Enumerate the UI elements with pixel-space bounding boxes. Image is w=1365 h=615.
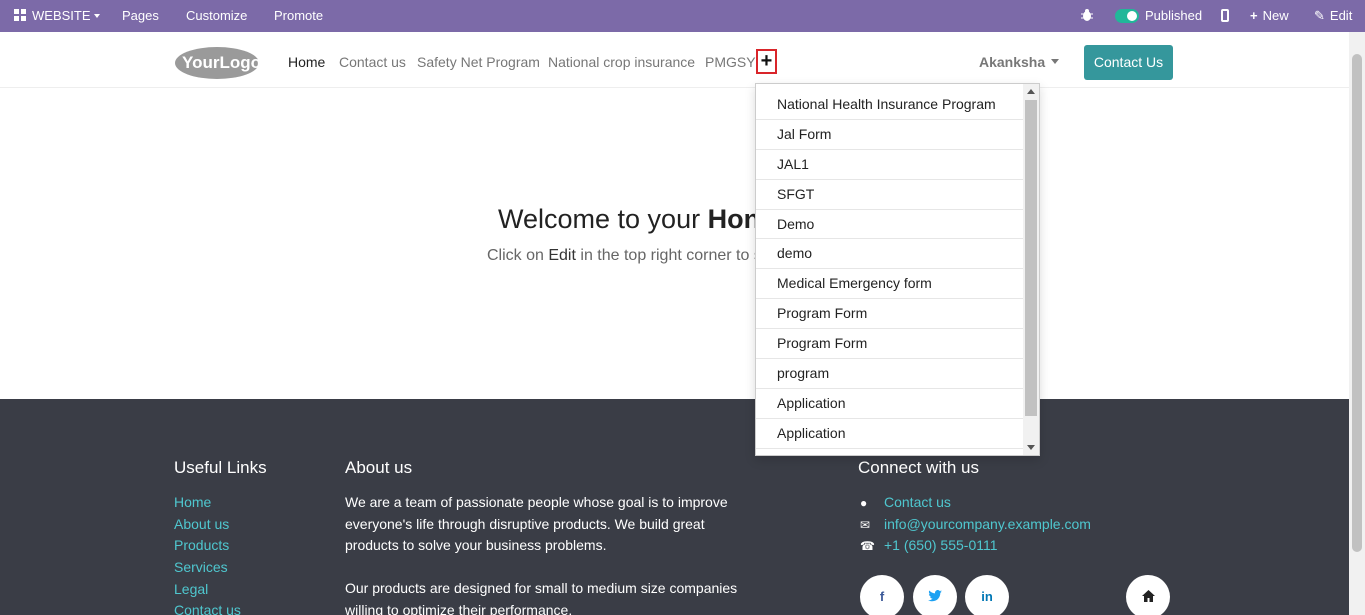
footer-link-about-us[interactable]: About us — [174, 516, 229, 532]
user-menu[interactable]: Akanksha — [979, 54, 1060, 70]
contact-us-button[interactable]: Contact Us — [1084, 45, 1173, 80]
dropdown-item[interactable]: Application — [756, 419, 1023, 449]
promote-menu[interactable]: Promote — [274, 0, 323, 32]
chevron-down-icon — [1051, 59, 1060, 64]
hero-title-prefix: Welcome to your — [498, 204, 708, 234]
nav-pmgsy[interactable]: PMGSY — [705, 54, 756, 70]
dropdown-scrollbar[interactable] — [1023, 84, 1039, 455]
more-menu-plus-button[interactable]: + — [756, 49, 777, 74]
user-name: Akanksha — [979, 54, 1046, 70]
admin-bar: WEBSITE Pages Customize Promote Publishe… — [0, 0, 1365, 32]
useful-links-heading: Useful Links — [174, 458, 267, 477]
comment-icon: ● — [860, 496, 868, 510]
dropdown-item[interactable]: demo — [756, 239, 1023, 270]
dropdown-item[interactable]: Medical Emergency form — [756, 269, 1023, 300]
published-toggle[interactable]: Published — [1115, 0, 1202, 32]
nav-contact-us[interactable]: Contact us — [339, 54, 406, 70]
footer-link-contact-us[interactable]: Contact us — [174, 602, 241, 615]
debug-bug-icon[interactable] — [1080, 0, 1094, 32]
site-logo[interactable]: YourLogo — [174, 46, 261, 80]
pencil-icon: ✎ — [1314, 8, 1325, 23]
scroll-up-arrow-icon[interactable] — [1027, 89, 1035, 94]
hero-subtitle-edit: Edit — [548, 247, 576, 264]
new-label: New — [1262, 8, 1289, 23]
page-scrollbar-thumb[interactable] — [1352, 54, 1362, 552]
about-us-paragraph-2: Our products are designed for small to m… — [345, 580, 738, 615]
dropdown-item[interactable]: Program Form — [756, 299, 1023, 330]
website-menu[interactable]: WEBSITE — [14, 0, 100, 32]
footer-link-services[interactable]: Services — [174, 559, 228, 575]
hero-subtitle-suffix: in the top right corner to s — [575, 247, 762, 264]
published-label: Published — [1145, 8, 1203, 23]
dropdown-items: National Health Insurance Program Jal Fo… — [756, 90, 1023, 449]
about-us-heading: About us — [345, 458, 413, 477]
pages-menu[interactable]: Pages — [122, 0, 159, 32]
dropdown-item[interactable]: Demo — [756, 210, 1023, 240]
toggle-switch-icon — [1115, 9, 1139, 23]
hero-subtitle-prefix: Click on — [487, 247, 549, 264]
phone-icon: ☎ — [860, 539, 875, 553]
dropdown-item[interactable]: Program Form — [756, 329, 1023, 360]
connect-contact-link[interactable]: Contact us — [884, 494, 951, 510]
connect-email-link[interactable]: info@yourcompany.example.com — [884, 516, 1091, 532]
edit-label: Edit — [1329, 8, 1353, 23]
connect-phone-row: ☎ +1 (650) 555-0111 — [860, 537, 998, 553]
linkedin-icon[interactable]: in — [965, 575, 1009, 615]
about-us-paragraph-1: We are a team of passionate people whose… — [345, 494, 728, 553]
dropdown-item[interactable]: JAL1 — [756, 150, 1023, 180]
home-icon[interactable] — [1126, 575, 1170, 615]
page-scrollbar[interactable] — [1349, 32, 1365, 615]
hero-title: Welcome to your Hon — [498, 204, 760, 235]
connect-email-row: ✉ info@yourcompany.example.com — [860, 516, 1091, 532]
footer-link-home[interactable]: Home — [174, 494, 211, 510]
hero-title-bold: Hon — [707, 204, 761, 234]
plus-icon: + — [1250, 8, 1258, 23]
nav-home[interactable]: Home — [288, 54, 325, 70]
website-menu-label: WEBSITE — [32, 8, 91, 23]
logo-text: YourLogo — [182, 53, 260, 72]
site-header: YourLogo Home Contact us Safety Net Prog… — [0, 32, 1349, 88]
dropdown-item[interactable]: Application — [756, 389, 1023, 419]
twitter-icon[interactable] — [913, 575, 957, 615]
connect-heading: Connect with us — [858, 458, 979, 477]
footer-link-products[interactable]: Products — [174, 537, 229, 553]
dropdown-scrollbar-thumb[interactable] — [1025, 100, 1037, 416]
connect-phone-link[interactable]: +1 (650) 555-0111 — [884, 537, 998, 553]
envelope-icon: ✉ — [860, 518, 871, 532]
dropdown-item[interactable]: National Health Insurance Program — [756, 90, 1023, 120]
hero-subtitle: Click on Edit in the top right corner to… — [487, 247, 762, 265]
scroll-down-arrow-icon[interactable] — [1027, 445, 1035, 450]
dropdown-item[interactable]: SFGT — [756, 180, 1023, 210]
apps-grid-icon — [14, 9, 26, 21]
footer-link-legal[interactable]: Legal — [174, 581, 208, 597]
nav-national-crop-insurance[interactable]: National crop insurance — [548, 54, 695, 70]
connect-contact-row: ● Contact us — [860, 494, 951, 510]
nav-safety-net-program[interactable]: Safety Net Program — [417, 54, 540, 70]
edit-button[interactable]: ✎ Edit — [1314, 0, 1352, 32]
dropdown-item[interactable]: Jal Form — [756, 120, 1023, 150]
facebook-icon[interactable]: f — [860, 575, 904, 615]
new-button[interactable]: + New — [1250, 0, 1289, 32]
dropdown-item[interactable]: program — [756, 359, 1023, 389]
mobile-icon — [1221, 9, 1229, 22]
chevron-down-icon — [93, 14, 100, 18]
more-menu-dropdown: National Health Insurance Program Jal Fo… — [755, 83, 1040, 456]
customize-menu[interactable]: Customize — [186, 0, 247, 32]
mobile-preview-button[interactable] — [1221, 0, 1229, 32]
